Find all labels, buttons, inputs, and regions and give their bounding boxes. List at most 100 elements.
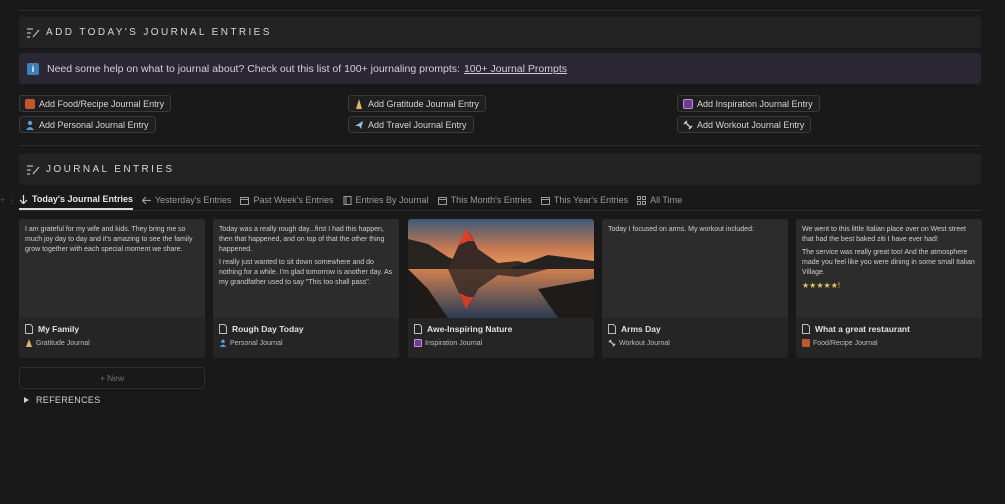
add-food-entry-button[interactable]: Add Food/Recipe Journal Entry — [19, 95, 172, 112]
journal-prompts-link[interactable]: 100+ Journal Prompts — [464, 63, 567, 75]
journal-entries-header: JOURNAL ENTRIES — [19, 154, 981, 185]
view-tabs: Today's Journal Entries Yesterday's Entr… — [19, 190, 691, 210]
card-preview: I am grateful for my wife and kids. They… — [19, 219, 205, 318]
card-journal-tag: Workout Journal — [602, 334, 788, 347]
card-title-text: What a great restaurant — [815, 324, 910, 334]
journal-card-rough-day[interactable]: Today was a really rough day...first I h… — [213, 219, 399, 358]
section-divider — [19, 145, 981, 146]
button-label: Add Personal Journal Entry — [39, 119, 149, 130]
tab-label: All Time — [650, 195, 683, 205]
page-icon — [608, 324, 616, 334]
tabs-divider — [19, 210, 981, 211]
tab-label: Yesterday's Entries — [155, 195, 232, 205]
calendar-icon — [437, 196, 447, 205]
tab-label: This Month's Entries — [450, 195, 532, 205]
card-journal-tag: Gratitude Journal — [19, 334, 205, 347]
food-icon — [802, 339, 810, 347]
prompts-callout: i Need some help on what to journal abou… — [19, 53, 981, 84]
add-workout-entry-button[interactable]: Add Workout Journal Entry — [677, 116, 812, 133]
tag-text: Personal Journal — [230, 339, 283, 347]
button-label: Add Gratitude Journal Entry — [368, 98, 480, 109]
button-label: Add Workout Journal Entry — [697, 119, 805, 130]
arrow-down-icon — [19, 194, 28, 204]
references-toggle[interactable]: REFERENCES — [24, 395, 101, 405]
dumbbell-icon — [683, 119, 693, 130]
book-icon — [343, 195, 352, 205]
pray-icon — [354, 98, 364, 109]
card-title: My Family — [19, 318, 205, 334]
person-icon — [219, 339, 227, 347]
tab-label: This Year's Entries — [553, 195, 629, 205]
page-icon — [219, 324, 227, 334]
person-icon — [25, 120, 35, 130]
card-journal-tag: Food/Recipe Journal — [796, 334, 982, 347]
pray-icon — [25, 339, 33, 347]
tag-text: Gratitude Journal — [36, 339, 90, 347]
add-entries-header: ADD TODAY'S JOURNAL ENTRIES — [19, 17, 981, 48]
card-title-text: Awe-Inspiring Nature — [427, 324, 513, 334]
preview-text: I am grateful for my wife and kids. They… — [25, 226, 193, 253]
journal-card-arms-day[interactable]: Today I focused on arms. My workout incl… — [602, 219, 788, 358]
journal-card-my-family[interactable]: I am grateful for my wife and kids. They… — [19, 219, 205, 358]
tab-label: Entries By Journal — [355, 195, 429, 205]
button-label: Add Food/Recipe Journal Entry — [39, 98, 165, 109]
list-pen-icon — [26, 27, 40, 39]
triangle-right-icon — [24, 397, 29, 403]
preview-text: I really just wanted to sit down somewhe… — [219, 259, 393, 286]
add-inspiration-entry-button[interactable]: Add Inspiration Journal Entry — [677, 95, 820, 112]
list-pen-icon — [26, 164, 40, 176]
tag-text: Inspiration Journal — [425, 339, 483, 347]
card-preview: Today was a really rough day...first I h… — [213, 219, 399, 318]
tag-text: Food/Recipe Journal — [813, 339, 878, 347]
button-label: Add Travel Journal Entry — [368, 119, 467, 130]
journal-card-nature[interactable]: Awe-Inspiring Nature Inspiration Journal — [408, 219, 594, 358]
card-title: What a great restaurant — [796, 318, 982, 334]
sparkle-icon — [683, 98, 693, 109]
add-gratitude-entry-button[interactable]: Add Gratitude Journal Entry — [348, 95, 487, 112]
food-icon — [25, 98, 35, 109]
preview-text: The service was really great too! And th… — [802, 249, 975, 276]
arrow-left-icon — [141, 196, 151, 205]
card-title: Arms Day — [602, 318, 788, 334]
preview-text: Today I focused on arms. My workout incl… — [608, 226, 754, 233]
new-entry-button[interactable]: + New — [19, 367, 205, 389]
tab-label: Today's Journal Entries — [32, 194, 133, 204]
dumbbell-icon — [608, 339, 616, 347]
top-divider — [19, 10, 981, 11]
grid-icon — [637, 195, 647, 205]
page-icon — [414, 324, 422, 334]
tag-text: Workout Journal — [619, 339, 670, 347]
card-journal-tag: Inspiration Journal — [408, 334, 594, 347]
card-title-text: My Family — [38, 324, 80, 334]
journal-card-restaurant[interactable]: We went to this little Italian place ove… — [796, 219, 982, 358]
card-preview: Today I focused on arms. My workout incl… — [602, 219, 788, 318]
calendar-icon — [540, 196, 550, 205]
preview-text: Today was a really rough day...first I h… — [219, 226, 385, 253]
card-title-text: Rough Day Today — [232, 324, 304, 334]
card-title-text: Arms Day — [621, 324, 661, 334]
tab-all-time[interactable]: All Time — [637, 190, 682, 210]
tab-this-year[interactable]: This Year's Entries — [540, 190, 629, 210]
calendar-icon — [240, 196, 250, 205]
card-title: Awe-Inspiring Nature — [408, 318, 594, 334]
tab-todays-entries[interactable]: Today's Journal Entries — [19, 190, 133, 210]
callout-text: Need some help on what to journal about?… — [47, 62, 460, 75]
add-travel-entry-button[interactable]: Add Travel Journal Entry — [348, 116, 474, 133]
button-label: Add Inspiration Journal Entry — [697, 98, 813, 109]
tab-yesterdays-entries[interactable]: Yesterday's Entries — [141, 190, 232, 210]
tab-this-month[interactable]: This Month's Entries — [437, 190, 532, 210]
rating-stars: ★★★★★! — [802, 281, 841, 290]
tab-past-week[interactable]: Past Week's Entries — [240, 190, 334, 210]
sparkle-icon — [414, 339, 422, 347]
add-personal-entry-button[interactable]: Add Personal Journal Entry — [19, 116, 156, 133]
card-title: Rough Day Today — [213, 318, 399, 334]
airplane-icon — [354, 120, 364, 130]
preview-text: We went to this little Italian place ove… — [802, 226, 966, 243]
tab-by-journal[interactable]: Entries By Journal — [343, 190, 429, 210]
add-entries-title: ADD TODAY'S JOURNAL ENTRIES — [46, 27, 272, 38]
journal-entries-title: JOURNAL ENTRIES — [46, 164, 175, 175]
mountain-lake-image — [408, 219, 594, 318]
tab-label: Past Week's Entries — [253, 195, 334, 205]
page-icon — [802, 324, 810, 334]
card-preview: We went to this little Italian place ove… — [796, 219, 982, 318]
